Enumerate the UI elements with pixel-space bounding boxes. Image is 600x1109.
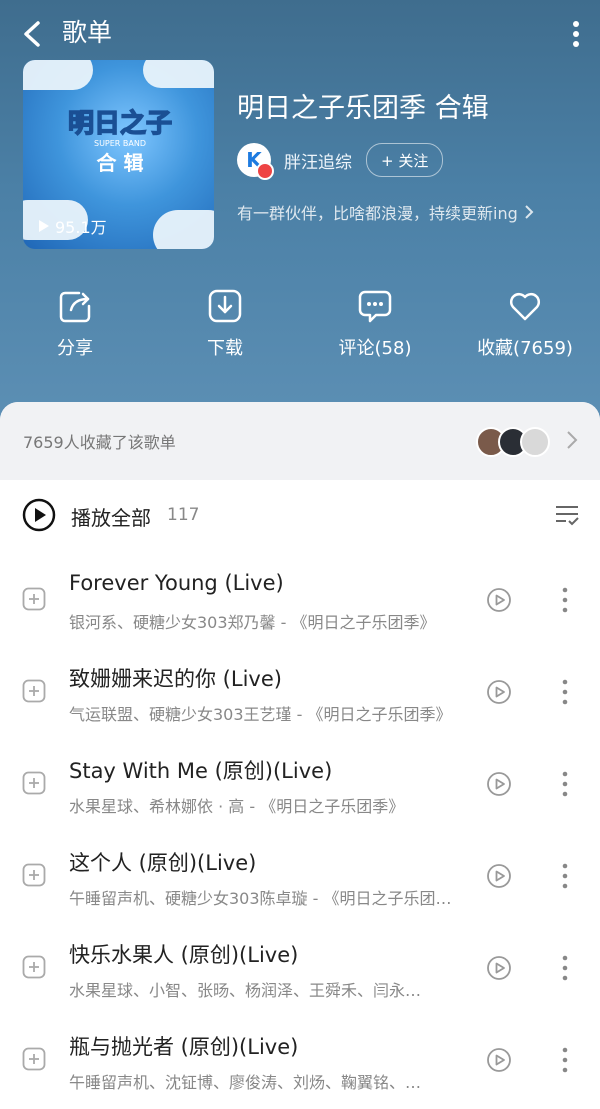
mv-play-icon[interactable] [486, 679, 512, 705]
song-artist-album: 银河系、硬糖少女303郑乃馨 - 《明日之子乐团季》 [69, 613, 436, 632]
playlist-cover[interactable]: 明日之子 SUPER BAND 合 辑 95.1万 [23, 60, 214, 249]
mv-play-icon[interactable] [486, 1047, 512, 1073]
mv-play-icon[interactable] [486, 587, 512, 613]
song-title: 瓶与抛光者 (原创)(Live) [69, 1035, 299, 1059]
play-count-value: 95.1万 [55, 218, 107, 237]
song-row[interactable]: 致姗姗来迟的你 (Live) 气运联盟、硬糖少女303王艺瑾 - 《明日之子乐团… [0, 649, 600, 741]
song-more-icon[interactable] [560, 1045, 570, 1075]
song-row[interactable]: 瓶与抛光者 (原创)(Live) 午睡留声机、沈钲博、廖俊涛、刘炀、鞠翼铭、… [0, 1017, 600, 1109]
back-arrow-icon[interactable] [18, 18, 48, 50]
playlist-title: 明日之子乐团季 合辑 [237, 93, 489, 124]
top-bar: 歌单 [0, 0, 600, 68]
download-icon [208, 289, 242, 323]
song-title: 这个人 (原创)(Live) [69, 851, 257, 875]
song-more-icon[interactable] [560, 953, 570, 983]
play-all-label: 播放全部 [71, 506, 151, 530]
mv-play-icon[interactable] [486, 771, 512, 797]
collect-label: 收藏(7659) [477, 338, 573, 359]
add-to-playlist-icon[interactable] [22, 679, 46, 703]
play-triangle-icon [39, 220, 49, 232]
follow-button[interactable]: + 关注 [366, 143, 444, 177]
svg-text:明日之子: 明日之子 [68, 108, 172, 139]
song-row[interactable]: Forever Young (Live) 银河系、硬糖少女303郑乃馨 - 《明… [0, 557, 600, 649]
creator-name[interactable]: 胖汪追综 [284, 148, 352, 173]
show-logo: 明日之子 SUPER BAND 合 辑 [67, 107, 173, 172]
song-row[interactable]: Stay With Me (原创)(Live) 水果星球、希林娜依 · 高 - … [0, 741, 600, 833]
song-artist-album: 午睡留声机、硬糖少女303陈卓璇 - 《明日之子乐团季》 [69, 889, 467, 908]
creator-avatar[interactable]: K [237, 143, 274, 180]
add-to-playlist-icon[interactable] [22, 1047, 46, 1071]
song-artist-album: 气运联盟、硬糖少女303王艺瑾 - 《明日之子乐团季》 [69, 705, 452, 724]
song-title: 快乐水果人 (原创)(Live) [69, 943, 299, 967]
play-count: 95.1万 [39, 214, 107, 238]
add-to-playlist-icon[interactable] [22, 587, 46, 611]
song-title: Stay With Me (原创)(Live) [69, 759, 333, 783]
share-label: 分享 [57, 338, 93, 359]
play-all-row[interactable]: 播放全部 117 [0, 498, 600, 542]
play-circle-icon [22, 498, 56, 532]
song-title: Forever Young (Live) [69, 571, 284, 595]
share-button[interactable]: 分享 [0, 288, 150, 360]
song-more-icon[interactable] [560, 677, 570, 707]
collectors-text: 7659人收藏了该歌单 [23, 433, 176, 452]
comment-button[interactable]: 评论(58) [300, 288, 450, 360]
share-icon [59, 291, 91, 323]
song-more-icon[interactable] [560, 861, 570, 891]
song-more-icon[interactable] [560, 585, 570, 615]
collectors-bar[interactable]: 7659人收藏了该歌单 [0, 402, 600, 480]
mv-play-icon[interactable] [486, 863, 512, 889]
download-label: 下载 [207, 338, 243, 359]
description-text: 有一群伙伴，比啥都浪漫，持续更新ing [237, 204, 518, 223]
song-artist-album: 水果星球、希林娜依 · 高 - 《明日之子乐团季》 [69, 797, 405, 816]
song-count: 117 [167, 505, 200, 525]
mv-play-icon[interactable] [486, 955, 512, 981]
song-panel: 7659人收藏了该歌单 播放全部 117 Forever Young (Live… [0, 402, 600, 1093]
chevron-right-icon [525, 205, 534, 219]
page-title: 歌单 [62, 18, 113, 47]
action-row: 分享 下载 评论(58) 收藏(7659) [0, 288, 600, 378]
svg-text:SUPER BAND: SUPER BAND [94, 139, 146, 148]
heart-icon [509, 292, 541, 321]
creator-row: K 胖汪追综 + 关注 [237, 142, 444, 180]
song-row[interactable]: 快乐水果人 (原创)(Live) 水果星球、小智、张旸、杨润泽、王舜禾、闫永… [0, 925, 600, 1017]
comment-icon [358, 290, 392, 323]
song-artist-album: 午睡留声机、沈钲博、廖俊涛、刘炀、鞠翼铭、… [69, 1073, 422, 1092]
song-title: 致姗姗来迟的你 (Live) [69, 667, 282, 691]
playlist-header: 歌单 明日之子 SUPER BAND 合 辑 95.1万 明日之子乐团季 合辑 … [0, 0, 600, 420]
add-to-playlist-icon[interactable] [22, 771, 46, 795]
collector-avatars [476, 427, 550, 457]
more-options-icon[interactable] [570, 18, 582, 50]
playlist-description[interactable]: 有一群伙伴，比啥都浪漫，持续更新ing [237, 200, 534, 224]
song-row[interactable]: 这个人 (原创)(Live) 午睡留声机、硬糖少女303陈卓璇 - 《明日之子乐… [0, 833, 600, 925]
svg-text:合 辑: 合 辑 [97, 151, 144, 172]
verified-badge-icon [256, 162, 274, 180]
add-to-playlist-icon[interactable] [22, 955, 46, 979]
chevron-right-icon [567, 431, 578, 449]
add-to-playlist-icon[interactable] [22, 863, 46, 887]
multi-select-icon[interactable] [554, 502, 580, 528]
download-button[interactable]: 下载 [150, 288, 300, 360]
song-artist-album: 水果星球、小智、张旸、杨润泽、王舜禾、闫永… [69, 981, 422, 1000]
comment-label: 评论(58) [338, 338, 412, 359]
collect-button[interactable]: 收藏(7659) [450, 288, 600, 360]
avatar [520, 427, 550, 457]
song-more-icon[interactable] [560, 769, 570, 799]
